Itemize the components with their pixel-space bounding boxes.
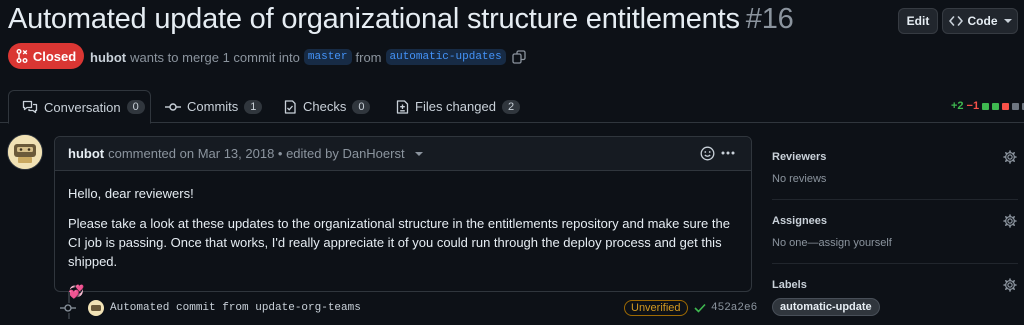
pr-subline: hubot wants to merge 1 commit into maste… xyxy=(90,49,526,65)
comment-text: Please take a look at these updates to t… xyxy=(68,216,730,269)
check-icon[interactable] xyxy=(694,303,706,313)
tab-commits-count: 1 xyxy=(244,99,263,114)
tab-files-changed-count: 2 xyxy=(501,99,521,114)
file-diff-icon xyxy=(396,99,409,114)
gear-icon[interactable] xyxy=(1003,214,1017,228)
tab-commits-label: Commits xyxy=(187,99,239,114)
status-badge-label: Closed xyxy=(32,48,77,64)
chevron-down-icon xyxy=(1003,19,1012,23)
pull-request-closed-icon xyxy=(16,49,28,63)
edit-history-dropdown[interactable] xyxy=(414,151,423,156)
diffstat-deletions: −1 xyxy=(966,100,980,112)
timeline-commit: Automated commit from update-org-teams xyxy=(60,298,361,318)
code-icon xyxy=(948,16,963,26)
comment-discussion-icon xyxy=(22,100,38,114)
edit-button-label: Edit xyxy=(906,14,930,28)
edit-button[interactable]: Edit xyxy=(898,8,938,34)
diffstat: +2 −1 xyxy=(951,100,1024,112)
tab-commits[interactable]: Commits 1 xyxy=(165,90,263,123)
git-commit-icon xyxy=(60,303,76,313)
tab-conversation[interactable]: Conversation 0 xyxy=(8,90,151,124)
commit-author-avatar[interactable] xyxy=(88,300,104,316)
comment-author[interactable]: hubot xyxy=(68,146,104,161)
tab-files-changed-label: Files changed xyxy=(415,99,496,114)
commit-message-link[interactable]: Automated commit from update-org-teams xyxy=(110,302,361,314)
gear-icon[interactable] xyxy=(1003,150,1017,164)
diffstat-block-added xyxy=(992,102,1000,110)
avatar[interactable] xyxy=(7,134,43,170)
tab-checks-label: Checks xyxy=(303,99,347,114)
reviewers-heading[interactable]: Reviewers xyxy=(772,151,826,163)
merge-text: wants to merge 1 commit into xyxy=(130,49,300,65)
comment-greeting: Hello, dear reviewers! xyxy=(68,186,194,201)
diffstat-block-neutral xyxy=(1012,102,1020,110)
copy-icon[interactable] xyxy=(512,50,526,64)
pr-number: #16 xyxy=(745,3,794,35)
code-button[interactable]: Code xyxy=(942,8,1018,34)
comment-card: hubot commented on Mar 13, 2018 • edited… xyxy=(54,136,752,299)
diffstat-block-added xyxy=(982,102,990,110)
pr-title-text: Automated update of organizational struc… xyxy=(8,3,740,35)
checklist-icon xyxy=(284,99,296,114)
kebab-horizontal-icon[interactable] xyxy=(721,151,735,155)
tab-conversation-label: Conversation xyxy=(44,99,121,115)
hubot-avatar-image xyxy=(8,135,42,169)
from-text: from xyxy=(355,49,382,65)
diffstat-block-deleted xyxy=(1002,102,1010,110)
gear-icon[interactable] xyxy=(1003,278,1017,292)
label-pill[interactable]: automatic-update xyxy=(772,298,880,316)
labels-heading[interactable]: Labels xyxy=(772,279,807,291)
tab-conversation-count: 0 xyxy=(126,100,145,114)
commit-sha-link[interactable]: 452a2e6 xyxy=(711,302,757,314)
reviewers-value: No reviews xyxy=(772,173,827,185)
pr-author-link[interactable]: hubot xyxy=(90,50,126,65)
tab-files-changed[interactable]: Files changed 2 xyxy=(396,90,521,123)
status-badge: Closed xyxy=(8,43,84,69)
pr-title: Automated update of organizational struc… xyxy=(8,3,794,36)
base-branch[interactable]: master xyxy=(303,49,352,65)
commit-sha-group: 452a2e6 xyxy=(694,302,757,314)
head-branch[interactable]: automatic-updates xyxy=(385,49,506,65)
diffstat-additions: +2 xyxy=(951,100,964,112)
assignees-value[interactable]: No one—assign yourself xyxy=(772,237,892,249)
assignees-heading[interactable]: Assignees xyxy=(772,215,827,227)
tab-checks[interactable]: Checks 0 xyxy=(283,90,371,123)
git-commit-icon xyxy=(165,102,181,111)
code-button-label: Code xyxy=(967,14,998,28)
sidebar-divider xyxy=(772,263,1018,264)
unverified-badge[interactable]: Unverified xyxy=(624,300,688,316)
comment-header: hubot commented on Mar 13, 2018 • edited… xyxy=(55,137,751,171)
smiley-icon[interactable] xyxy=(700,146,715,161)
comment-meta: commented on Mar 13, 2018 • edited by Da… xyxy=(108,146,405,161)
sidebar-divider xyxy=(772,199,1018,200)
tab-checks-count: 0 xyxy=(352,99,371,114)
